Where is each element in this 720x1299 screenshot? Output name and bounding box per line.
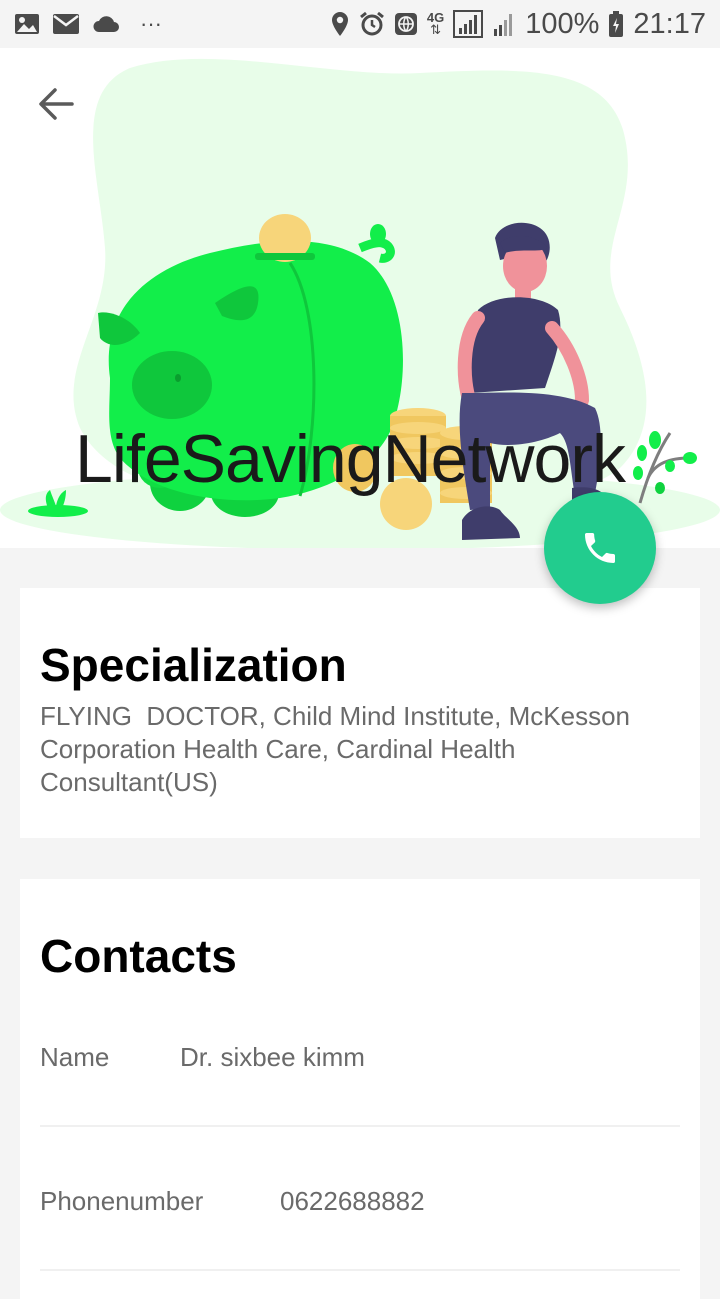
vpn-globe-icon [394, 12, 418, 36]
arrow-back-icon [39, 88, 74, 120]
person-shirt [469, 297, 561, 393]
call-button[interactable] [544, 492, 656, 604]
cloud-icon [92, 14, 120, 34]
clock-time: 21:17 [633, 7, 706, 40]
data-arrows-icon: ⇅ [430, 22, 442, 37]
signal-strength-2-icon [492, 11, 516, 37]
phone-icon [585, 533, 615, 563]
contact-phone-label: Phonenumber [40, 1185, 204, 1216]
app-title: LifeSavingNetwork [75, 421, 626, 497]
status-right: 4G ⇅ 100% 21:17 [330, 8, 706, 41]
contacts-heading: Contacts [40, 930, 237, 982]
contact-row-name: Name Dr. sixbee kimm [40, 1027, 680, 1087]
mail-icon [52, 13, 80, 35]
status-left: ··· [14, 11, 162, 37]
specialization-text: FLYING DOCTOR, Child Mind Institute, McK… [40, 701, 638, 797]
specialization-card: Specialization FLYING DOCTOR, Child Mind… [20, 588, 700, 838]
contact-name-label: Name [40, 1041, 110, 1072]
coin-slot [255, 253, 315, 260]
contact-name-value: Dr. sixbee kimm [180, 1041, 365, 1072]
battery-percent: 100% [525, 7, 600, 40]
divider [40, 1269, 680, 1271]
pig-nostril [175, 374, 181, 382]
back-button[interactable] [26, 80, 86, 128]
hero-banner: LifeSavingNetwork [0, 48, 720, 548]
battery-charging-icon [608, 10, 624, 38]
pig-snout [132, 351, 212, 419]
network-type-icon: 4G ⇅ [427, 11, 444, 37]
location-icon [330, 11, 350, 37]
more-notifications: ··· [140, 11, 162, 36]
signal-strength-icon [453, 10, 484, 38]
status-bar: ··· 4G ⇅ 100% 21:17 [0, 0, 720, 48]
alarm-icon [359, 11, 385, 37]
contact-row-phone[interactable]: Phonenumber 0622688882 [40, 1171, 680, 1231]
divider [40, 1125, 680, 1127]
contacts-card: Contacts Name Dr. sixbee kimm Phonenumbe… [20, 879, 700, 1299]
pig-tail-tip [370, 224, 386, 244]
contact-phone-value[interactable]: 0622688882 [280, 1186, 425, 1217]
gallery-icon [14, 12, 40, 36]
specialization-heading: Specialization [40, 639, 347, 691]
